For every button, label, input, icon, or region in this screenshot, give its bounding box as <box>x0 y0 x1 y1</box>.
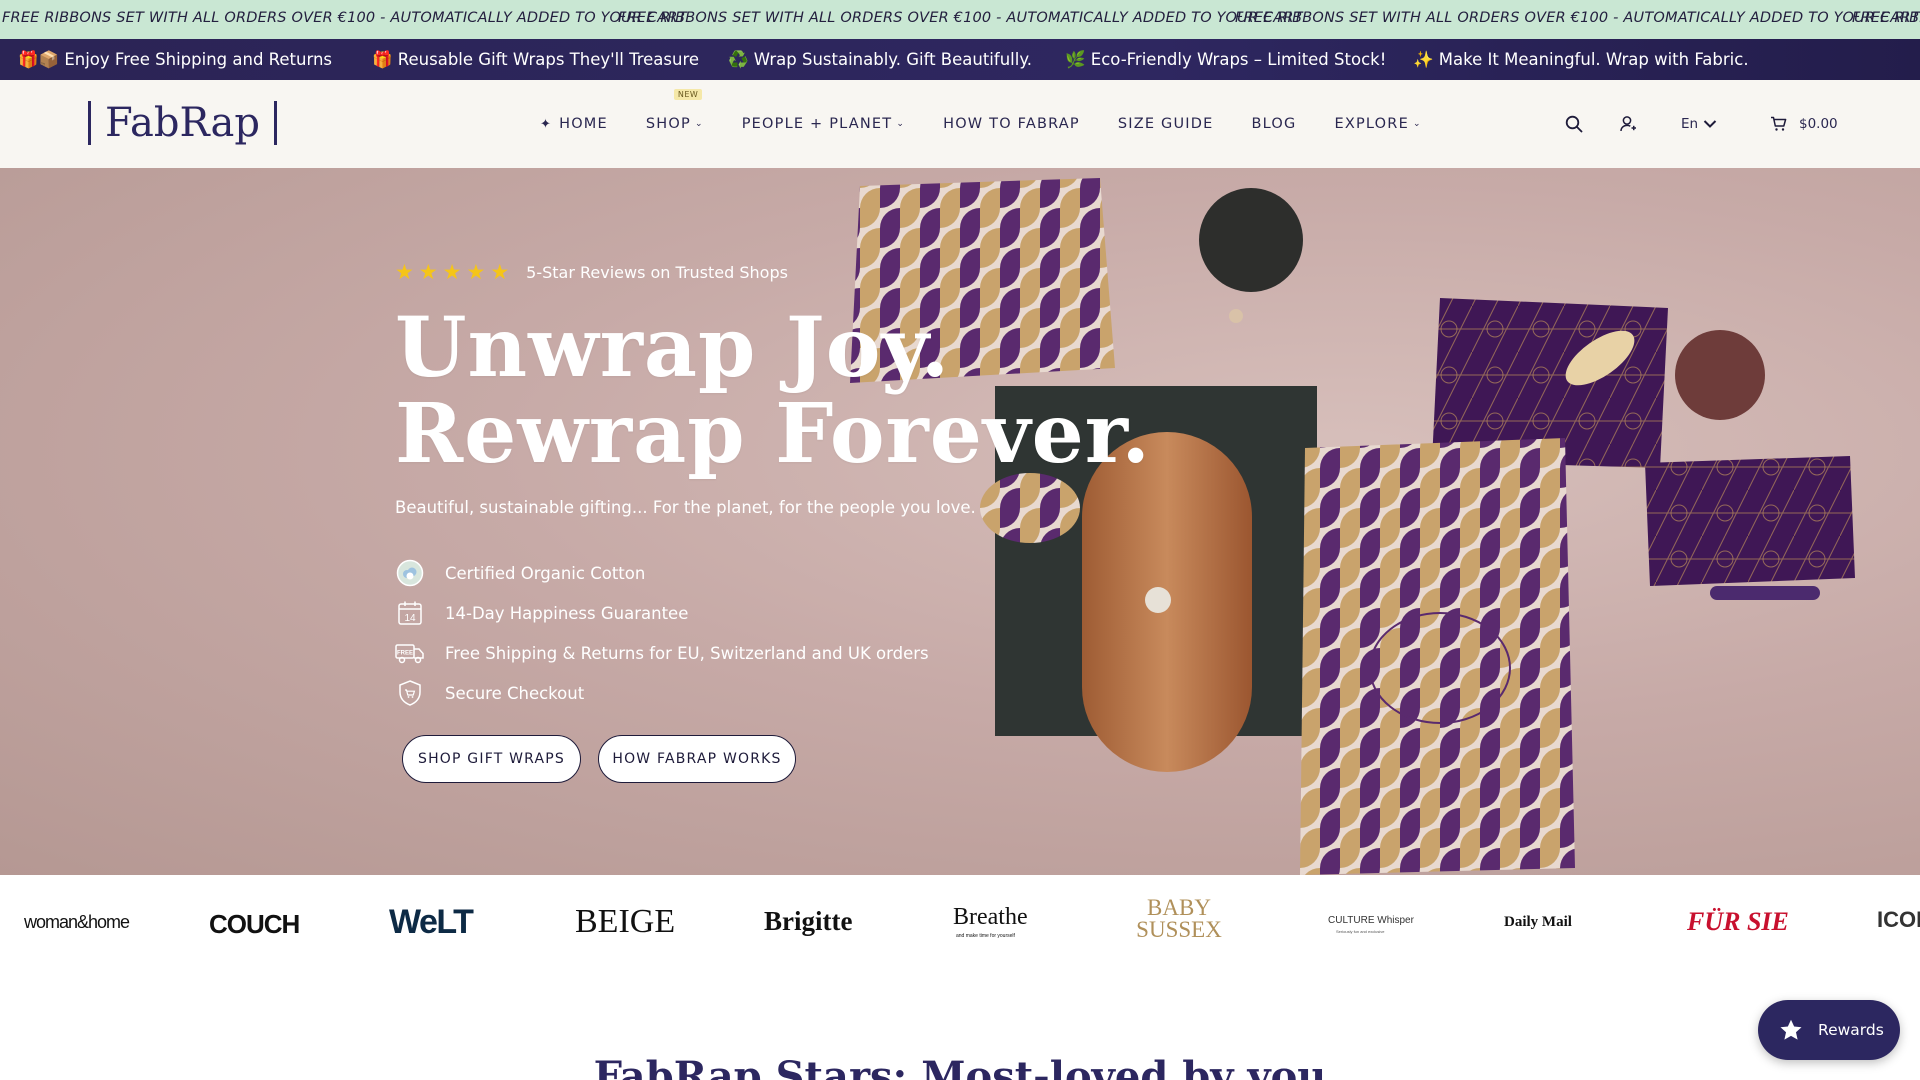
search-icon <box>1565 115 1583 133</box>
truck-label: FREE <box>397 651 413 657</box>
ticker-bar: FREE RIBBONS SET WITH ALL ORDERS OVER €1… <box>0 0 1920 39</box>
star-icon: ★ <box>442 260 462 284</box>
press-logo: CULTURE Whisper <box>1328 915 1414 926</box>
hero-title: Unwrap Joy. Rewrap Forever. <box>395 305 1151 477</box>
language-label: En <box>1681 116 1699 132</box>
nav-size-guide[interactable]: SIZE GUIDE <box>1118 116 1214 132</box>
press-logo: Breathe <box>953 904 1028 930</box>
rewards-button[interactable]: Rewards <box>1758 1000 1900 1060</box>
nav-label: PEOPLE + PLANET <box>741 116 893 132</box>
press-logo: WeLT <box>389 903 474 941</box>
nav-people-planet[interactable]: PEOPLE + PLANET ⌄ <box>742 116 905 132</box>
free-shipping-truck-icon: FREE <box>395 638 425 668</box>
nav-how-to-fabrap[interactable]: HOW TO FABRAP <box>943 116 1080 132</box>
announcement-item: ♻️ Wrap Sustainably. Gift Beautifully. <box>728 50 1032 69</box>
language-selector[interactable]: En <box>1681 80 1717 168</box>
announcement-item: 🌿 Eco-Friendly Wraps – Limited Stock! <box>1065 50 1387 69</box>
chevron-down-icon <box>1703 120 1717 128</box>
press-logo: COUCH <box>209 909 300 939</box>
star-icon: ★ <box>418 260 438 284</box>
press-logos: woman&home COUCH WeLT BEIGE Brigitte Bre… <box>0 875 1920 980</box>
feature-list: Certified Organic Cotton 14 14-Day Happi… <box>395 553 929 713</box>
nav-blog[interactable]: BLOG <box>1252 116 1297 132</box>
nav-label: SHOP <box>645 116 691 132</box>
hero-title-line: Unwrap Joy. <box>395 300 951 396</box>
feature-item: Certified Organic Cotton <box>395 553 929 593</box>
hero-subtitle: Beautiful, sustainable gifting... For th… <box>395 498 976 517</box>
nav-label: HOW TO FABRAP <box>943 116 1080 132</box>
ticker-text: FREE RIBBONS SET WITH ALL ORDERS OVER €1… <box>1235 10 1920 26</box>
nav-explore[interactable]: EXPLORE ⌄ <box>1334 116 1421 132</box>
logo-divider <box>88 101 91 145</box>
ticker-text: FREE RIBBONS SET WITH ALL ORDERS OVER €1… <box>2 10 687 26</box>
sparkle-icon: ✦ <box>540 116 553 132</box>
feature-item: 14 14-Day Happiness Guarantee <box>395 593 929 633</box>
new-badge: NEW <box>673 89 703 100</box>
star-icon: ★ <box>490 260 510 284</box>
how-fabrap-works-button[interactable]: HOW FABRAP WORKS <box>598 735 796 783</box>
hero-section: ★ ★ ★ ★ ★ 5-Star Reviews on Trusted Shop… <box>0 168 1920 875</box>
cart-total: $0.00 <box>1799 116 1838 132</box>
star-icon <box>1780 1019 1802 1040</box>
nav-label: SIZE GUIDE <box>1117 116 1214 132</box>
feature-text: Secure Checkout <box>445 683 585 703</box>
feature-item: FREE Free Shipping & Returns for EU, Swi… <box>395 633 929 673</box>
rating-text: 5-Star Reviews on Trusted Shops <box>526 262 788 282</box>
cart-icon <box>1771 116 1787 131</box>
feature-text: 14-Day Happiness Guarantee <box>445 603 689 623</box>
nav-label: EXPLORE <box>1334 116 1409 132</box>
site-header: FabRap ✦ HOME NEW SHOP ⌄ PEOPLE + PLANET… <box>0 80 1920 168</box>
press-logo: BABY SUSSEX <box>1136 895 1222 942</box>
logo-divider <box>273 101 277 145</box>
search-button[interactable] <box>1565 80 1583 168</box>
organic-cotton-icon <box>395 558 425 588</box>
press-logo: FÜR SIE <box>1687 907 1789 936</box>
nav-shop[interactable]: NEW SHOP ⌄ <box>645 89 704 132</box>
ticker-text: FREE RIBB <box>1852 10 1920 26</box>
nav-label: BLOG <box>1251 116 1297 132</box>
feature-text: Certified Organic Cotton <box>445 563 646 583</box>
star-icon: ★ <box>395 260 414 284</box>
press-logo: Daily Mail <box>1504 914 1572 930</box>
press-logo: Brigitte <box>764 906 853 936</box>
chevron-down-icon: ⌄ <box>1412 119 1422 129</box>
cart-button[interactable]: $0.00 <box>1770 80 1838 168</box>
section-title: FabRap Stars: Most-loved by you <box>593 1053 1327 1080</box>
shop-gift-wraps-button[interactable]: SHOP GIFT WRAPS <box>402 735 581 783</box>
rewards-label: Rewards <box>1818 1021 1884 1039</box>
announcement-item: ✨ Make It Meaningful. Wrap with Fabric. <box>1413 50 1749 69</box>
nav-label: HOME <box>559 116 608 132</box>
announcement-bar: 🎁📦 Enjoy Free Shipping and Returns 🎁 Reu… <box>0 39 1920 80</box>
calendar-14-icon: 14 <box>395 598 425 628</box>
hero-title-line: Rewrap Forever. <box>395 386 1151 482</box>
press-logo: ICON <box>1877 907 1920 932</box>
main-nav: ✦ HOME NEW SHOP ⌄ PEOPLE + PLANET ⌄ HOW … <box>540 80 1460 168</box>
feature-item: Secure Checkout <box>395 673 929 713</box>
press-logo: woman&home <box>24 912 130 932</box>
user-icon <box>1620 116 1636 132</box>
feature-text: Free Shipping & Returns for EU, Switzerl… <box>445 643 929 663</box>
star-icon: ★ <box>466 260 486 284</box>
announcement-item: 🎁📦 Enjoy Free Shipping and Returns <box>18 50 333 69</box>
site-logo[interactable]: FabRap <box>88 98 291 148</box>
rating: ★ ★ ★ ★ ★ 5-Star Reviews on Trusted Shop… <box>395 260 788 284</box>
account-button[interactable] <box>1619 80 1637 168</box>
breathe-tagline: and make time for yourself <box>956 933 1015 939</box>
ticker-text: FREE RIBBONS SET WITH ALL ORDERS OVER €1… <box>618 10 1303 26</box>
logo-text: FabRap <box>105 100 260 146</box>
nav-home[interactable]: ✦ HOME <box>540 116 608 132</box>
calendar-number: 14 <box>404 613 416 624</box>
secure-cart-icon <box>395 678 425 708</box>
culture-tagline: Seriously fun and exclusive <box>1336 929 1385 934</box>
hero-content: ★ ★ ★ ★ ★ 5-Star Reviews on Trusted Shop… <box>0 168 1920 875</box>
chevron-down-icon: ⌄ <box>896 119 906 129</box>
chevron-down-icon: ⌄ <box>694 119 704 129</box>
press-logo: BEIGE <box>575 903 676 940</box>
announcement-item: 🎁 Reusable Gift Wraps They'll Treasure <box>372 50 700 69</box>
